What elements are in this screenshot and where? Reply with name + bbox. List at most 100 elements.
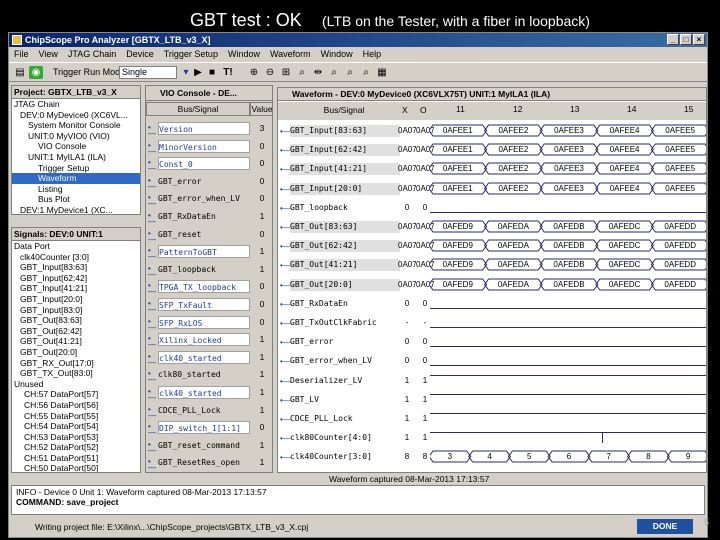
signal-tree-item[interactable]: Data Port bbox=[12, 241, 140, 252]
signal-tree-item[interactable]: GBT_Input[62:42] bbox=[12, 273, 140, 284]
waveform-signal-name[interactable]: GBT_Out[83:63] bbox=[290, 221, 400, 233]
menu-device[interactable]: Device bbox=[126, 48, 154, 61]
vio-signal-name[interactable]: clk80_started bbox=[158, 368, 250, 381]
waveform-signal-name[interactable]: GBT_error_when_LV bbox=[290, 355, 400, 367]
vio-signal-value[interactable]: 0 bbox=[254, 140, 270, 153]
signal-tree-item[interactable]: CH:53 DataPort[53] bbox=[12, 432, 140, 443]
signal-tree-item[interactable]: CH:51 DataPort[51] bbox=[12, 453, 140, 464]
vio-signal-name[interactable]: SFP_RxLOS bbox=[158, 315, 250, 329]
waveform-signal-name[interactable]: GBT_RxDataEn bbox=[290, 298, 400, 310]
tree-item[interactable]: DEV:0 MyDevice0 (XC6VL... bbox=[12, 110, 140, 121]
signal-tree-item[interactable]: CH:50 DataPort[50] bbox=[12, 463, 140, 472]
signal-tree-item[interactable]: GBT_Out[20:0] bbox=[12, 347, 140, 358]
tree-item[interactable]: System Monitor Console bbox=[12, 120, 140, 131]
signal-tree-item[interactable]: CH:56 DataPort[56] bbox=[12, 400, 140, 411]
menu-trigger-setup[interactable]: Trigger Setup bbox=[164, 48, 218, 61]
vio-signal-name[interactable]: TPGA_TX_loopback bbox=[158, 280, 250, 294]
vio-signal-name[interactable]: MinorVersion bbox=[158, 139, 250, 153]
vio-signal-value[interactable]: 0 bbox=[254, 157, 270, 170]
menu-file[interactable]: File bbox=[14, 48, 29, 61]
trigger-immediate-button[interactable]: T! bbox=[221, 66, 235, 79]
vio-signal-value[interactable]: 1 bbox=[254, 439, 270, 452]
zoom-in-icon[interactable]: ⊕ bbox=[247, 66, 261, 79]
tree-item[interactable]: DEV:1 MyDevice1 (XC... bbox=[12, 205, 140, 214]
waveform-signal-name[interactable]: GBT_Input[62:42] bbox=[290, 144, 400, 157]
signal-tree-item[interactable]: GBT_Input[83:0] bbox=[12, 305, 140, 316]
wave-col-x[interactable]: X bbox=[402, 105, 408, 115]
signal-tree-item[interactable]: CH:54 DataPort[54] bbox=[12, 421, 140, 432]
vio-col-signal[interactable]: Bus/Signal bbox=[146, 102, 250, 116]
vio-signal-name[interactable]: GBT_reset_command bbox=[158, 439, 250, 452]
tree-item[interactable]: VIO Console bbox=[12, 141, 140, 152]
run-button[interactable]: ▶ bbox=[191, 66, 205, 79]
signal-tree-item[interactable]: GBT_Input[20:0] bbox=[12, 294, 140, 305]
grid-icon[interactable]: ▦ bbox=[375, 66, 389, 79]
cursor-icon[interactable]: ⇹ bbox=[311, 66, 325, 79]
tree-item-waveform[interactable]: Waveform bbox=[12, 173, 140, 184]
waveform-signal-name[interactable]: CDCE_PLL_Lock bbox=[290, 413, 400, 425]
signal-tree-item[interactable]: CH:55 DataPort[55] bbox=[12, 411, 140, 422]
signal-tree-item[interactable]: GBT_Input[41:21] bbox=[12, 283, 140, 294]
wave-col-o[interactable]: O bbox=[420, 105, 427, 115]
menu-window-1[interactable]: Window bbox=[228, 48, 260, 61]
signal-tree-item[interactable]: GBT_Input[83:63] bbox=[12, 262, 140, 273]
zoom-fit-icon[interactable]: ⊞ bbox=[279, 66, 293, 79]
vio-signal-value[interactable]: 1 bbox=[254, 351, 270, 364]
vio-signal-name[interactable]: DIP_switch_1[1:1] bbox=[158, 421, 250, 435]
vio-signal-name[interactable]: SFP_TxFault bbox=[158, 298, 250, 311]
vio-signal-value[interactable]: 0 bbox=[254, 421, 270, 434]
vio-signal-name[interactable]: PatternToGBT bbox=[158, 245, 250, 259]
signal-tree-item[interactable]: Unused bbox=[12, 379, 140, 390]
trigger-run-mode-select[interactable]: Single bbox=[119, 66, 177, 79]
waveform-signal-name[interactable]: Deserializer_LV bbox=[290, 375, 400, 387]
signal-tree-item[interactable]: GBT_Out[83:63] bbox=[12, 315, 140, 326]
maximize-button[interactable]: □ bbox=[680, 34, 692, 45]
vio-signal-value[interactable]: 1 bbox=[254, 404, 270, 417]
waveform-signal-name[interactable]: GBT_Input[41:21] bbox=[290, 163, 400, 176]
waveform-signal-name[interactable]: GBT_TxOutClkFabric bbox=[290, 317, 400, 329]
vio-signal-value[interactable]: 0 bbox=[254, 316, 270, 329]
signal-tree-item[interactable]: CH:57 DataPort[57] bbox=[12, 389, 140, 400]
vio-signal-name[interactable]: Version bbox=[158, 122, 250, 135]
vio-signal-value[interactable]: 1 bbox=[254, 333, 270, 346]
waveform-signal-name[interactable]: GBT_Out[20:0] bbox=[290, 278, 400, 291]
signal-tree-item[interactable]: clk40Counter [3:0] bbox=[12, 252, 140, 263]
vio-signal-name[interactable]: GBT_RxDataEn bbox=[158, 210, 250, 223]
vio-signal-value[interactable]: 0 bbox=[254, 280, 270, 293]
vio-signal-value[interactable]: 1 bbox=[254, 386, 270, 399]
vio-signal-value[interactable]: 1 bbox=[254, 245, 270, 258]
tree-item[interactable]: JTAG Chain bbox=[12, 99, 140, 110]
vio-signal-name[interactable]: Const_0 bbox=[158, 157, 250, 171]
vio-signal-name[interactable]: GBT_loopback bbox=[158, 263, 250, 276]
jtag-icon[interactable]: ◉ bbox=[29, 66, 43, 79]
vio-signal-name[interactable]: GBT_error bbox=[158, 175, 250, 188]
tree-item[interactable]: Bus Plot bbox=[12, 194, 140, 205]
vio-signal-value[interactable]: 3 bbox=[254, 122, 270, 135]
close-button[interactable]: × bbox=[693, 34, 705, 45]
find-prev-icon[interactable]: ⌕ bbox=[359, 66, 373, 79]
vio-signal-value[interactable]: 0 bbox=[254, 228, 270, 241]
vio-signal-name[interactable]: clk40_started bbox=[158, 350, 250, 364]
open-icon[interactable]: ▤ bbox=[13, 66, 27, 79]
signal-tree-item[interactable]: GBT_RX_Out[17:0] bbox=[12, 358, 140, 369]
wave-col-signal[interactable]: Bus/Signal bbox=[290, 105, 398, 115]
menu-help[interactable]: Help bbox=[363, 48, 382, 61]
vio-signal-name[interactable]: GBT_error_when_LV bbox=[158, 192, 250, 205]
search-icon[interactable]: ⌕ bbox=[327, 66, 341, 79]
tree-item[interactable]: Trigger Setup bbox=[12, 163, 140, 174]
waveform-signal-name[interactable]: clk40Counter[3:0] bbox=[290, 451, 400, 463]
waveform-signal-name[interactable]: GBT_error bbox=[290, 336, 400, 348]
menu-waveform[interactable]: Waveform bbox=[270, 48, 311, 61]
signal-tree-item[interactable]: CH:52 DataPort[52] bbox=[12, 442, 140, 453]
waveform-signal-name[interactable]: GBT_LV bbox=[290, 394, 400, 406]
signal-tree-item[interactable]: GBT_Out[41:21] bbox=[12, 336, 140, 347]
vio-signal-name[interactable]: GBT_reset bbox=[158, 228, 250, 241]
zoom-icon[interactable]: ⌕ bbox=[295, 66, 309, 79]
vio-signal-name[interactable]: CDCE_PLL_Lock bbox=[158, 404, 250, 417]
waveform-signal-name[interactable]: GBT_loopback bbox=[290, 202, 400, 214]
zoom-out-icon[interactable]: ⊖ bbox=[263, 66, 277, 79]
vio-signal-name[interactable]: clk40_started bbox=[158, 386, 250, 399]
minimize-button[interactable]: _ bbox=[667, 34, 679, 45]
stop-button[interactable]: ■ bbox=[205, 66, 219, 79]
menu-view[interactable]: View bbox=[39, 48, 58, 61]
